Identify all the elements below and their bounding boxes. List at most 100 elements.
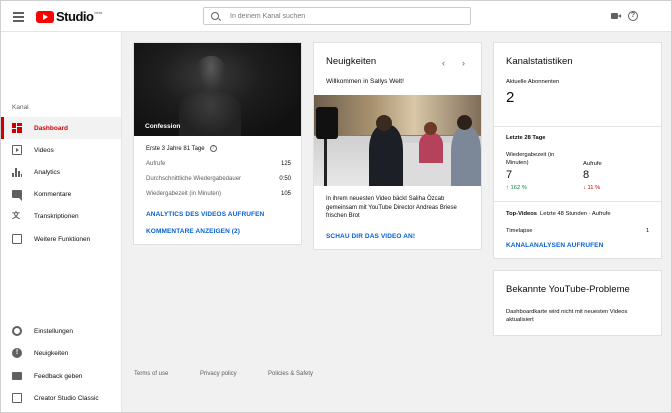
problems-title: Bekannte YouTube-Probleme <box>506 284 630 295</box>
thumb-figure-head <box>196 56 226 94</box>
video-period-text: Erste 3 Jahre 81 Tage <box>146 145 205 152</box>
translate-icon: 文 <box>12 211 20 220</box>
sidebar-item-transcriptions[interactable]: 文 Transkriptionen <box>1 205 121 227</box>
news-body: In ihrem neuesten Video bäckt Saliha Özc… <box>326 196 457 219</box>
top-bar: Studio beta ? <box>1 1 671 32</box>
top-videos-period: Letzte 48 Stunden · Aufrufe <box>540 211 611 217</box>
subscribers-label: Aktuelle Abonnenten <box>506 79 560 85</box>
video-title: Confession <box>145 123 181 130</box>
sidebar-item-comments[interactable]: Kommentare <box>1 183 121 205</box>
help-icon[interactable]: ? <box>209 145 217 152</box>
gear-icon <box>12 326 22 336</box>
views-value: 8 <box>583 169 590 181</box>
video-period: Erste 3 Jahre 81 Tage ? <box>146 145 217 152</box>
sidebar-item-analytics[interactable]: Analytics <box>1 161 121 183</box>
sidebar-item-label: Analytics <box>34 168 61 176</box>
analytics-icon <box>12 167 22 177</box>
chevron-left-icon[interactable]: ‹ <box>442 58 445 68</box>
top-videos-label: Top-Videos <box>506 211 538 217</box>
stat-value: 0:50 <box>279 176 291 182</box>
views-change: ↓ 11 % <box>583 185 601 191</box>
video-analytics-link[interactable]: ANALYTICS DES VIDEOS AUFRUFEN <box>146 211 264 218</box>
thumb-figure-body <box>179 91 241 136</box>
subscribers-value: 2 <box>506 89 515 106</box>
news-image-tripod <box>324 139 327 186</box>
sidebar-item-label: Weitere Funktionen <box>34 235 91 243</box>
news-image-person <box>419 133 443 163</box>
sidebar-item-label: Kommentare <box>34 190 72 198</box>
news-image-person <box>457 115 472 130</box>
sidebar-item-label: Videos <box>34 146 54 154</box>
classic-icon <box>12 393 22 403</box>
sidebar-item-classic[interactable]: Creator Studio Classic <box>1 387 121 409</box>
search-input[interactable] <box>230 10 460 22</box>
create-video-icon[interactable] <box>611 13 621 19</box>
privacy-link[interactable]: Privacy policy <box>200 371 237 377</box>
sidebar-item-label: Feedback geben <box>34 372 83 380</box>
news-image-person <box>451 127 481 186</box>
watch-time-value: 7 <box>506 169 513 181</box>
stat-value: 125 <box>280 161 291 167</box>
comments-icon <box>12 190 22 201</box>
divider <box>494 126 661 127</box>
youtube-play-icon <box>36 10 54 23</box>
news-image-person <box>376 115 392 131</box>
news-card: Neuigkeiten ‹ › Willkommen in Sallys Wel… <box>313 42 482 250</box>
channel-stats-card: Kanalstatistiken Aktuelle Abonnenten 2 L… <box>493 42 662 259</box>
help-icon[interactable]: ? <box>628 11 638 21</box>
search-icon[interactable] <box>211 12 219 20</box>
watch-video-link[interactable]: SCHAU DIR DAS VIDEO AN! <box>326 233 415 240</box>
problems-text: Dashboardkarte wird nicht mit neuesten V… <box>506 309 628 323</box>
view-comments-link[interactable]: KOMMENTARE ANZEIGEN (2) <box>146 228 240 235</box>
video-stat-row: Aufrufe 125 <box>146 161 291 167</box>
top-video-views: 1 <box>646 228 650 234</box>
sidebar-item-label: Dashboard <box>34 124 68 132</box>
sidebar-section-label: Kanal <box>12 104 29 111</box>
video-thumbnail[interactable]: Confession <box>134 43 301 136</box>
news-headline: Willkommen in Sallys Welt! <box>326 78 404 85</box>
logo-beta: beta <box>94 10 103 15</box>
known-problems-card: Bekannte YouTube-Probleme Dashboardkarte… <box>493 270 662 336</box>
sidebar-item-settings[interactable]: Einstellungen <box>1 320 121 342</box>
watch-time-change: ↑ 162 % <box>506 185 527 191</box>
sidebar-item-dashboard[interactable]: Dashboard <box>1 117 121 139</box>
news-title: Neuigkeiten <box>326 56 377 67</box>
news-image-person <box>424 122 437 135</box>
info-icon: ! <box>12 348 22 358</box>
news-image[interactable] <box>314 95 481 186</box>
sidebar-item-feedback[interactable]: Feedback geben <box>1 365 121 387</box>
stats-title: Kanalstatistiken <box>506 56 573 67</box>
channel-analytics-link[interactable]: KANALANALYSEN AUFRUFEN <box>506 242 603 249</box>
watch-time-label: Wiedergabezeit (in Minuten) <box>506 152 555 166</box>
feedback-icon <box>12 372 22 380</box>
search-box <box>203 7 471 25</box>
sidebar-item-label: Creator Studio Classic <box>34 394 99 402</box>
chevron-right-icon[interactable]: › <box>462 58 465 68</box>
video-stat-row: Durchschnittliche Wiedergabedauer 0:50 <box>146 176 291 182</box>
top-video-title[interactable]: Timelapse <box>506 227 533 235</box>
policies-link[interactable]: Policies & Safety <box>268 371 313 377</box>
sidebar-item-label: Einstellungen <box>34 327 74 335</box>
studio-logo[interactable]: Studio beta <box>36 9 103 24</box>
dashboard-icon <box>12 123 22 133</box>
stat-label: Durchschnittliche Wiedergabedauer <box>146 176 242 182</box>
stat-label: Wiedergabezeit (in Minuten) <box>146 191 222 197</box>
sidebar-item-videos[interactable]: Videos <box>1 139 121 161</box>
news-image-camera <box>316 107 338 139</box>
sidebar-item-news[interactable]: ! Neuigkeiten <box>1 342 121 364</box>
stat-label: Aufrufe <box>146 161 166 167</box>
video-icon <box>12 145 22 155</box>
more-features-icon <box>12 234 22 244</box>
sidebar: Kanal Dashboard Videos Analytics Komment… <box>1 32 122 412</box>
divider <box>494 201 661 202</box>
video-stat-row: Wiedergabezeit (in Minuten) 105 <box>146 191 291 197</box>
terms-link[interactable]: Terms of use <box>134 371 168 377</box>
logo-text: Studio <box>56 9 94 24</box>
latest-video-card: Confession Erste 3 Jahre 81 Tage ? Aufru… <box>133 42 302 245</box>
menu-icon[interactable] <box>13 12 24 22</box>
sidebar-item-label: Neuigkeiten <box>34 349 69 357</box>
stat-value: 105 <box>280 191 291 197</box>
news-image-person <box>369 125 403 186</box>
sidebar-item-label: Transkriptionen <box>34 212 79 220</box>
sidebar-item-more-features[interactable]: Weitere Funktionen <box>1 228 121 250</box>
